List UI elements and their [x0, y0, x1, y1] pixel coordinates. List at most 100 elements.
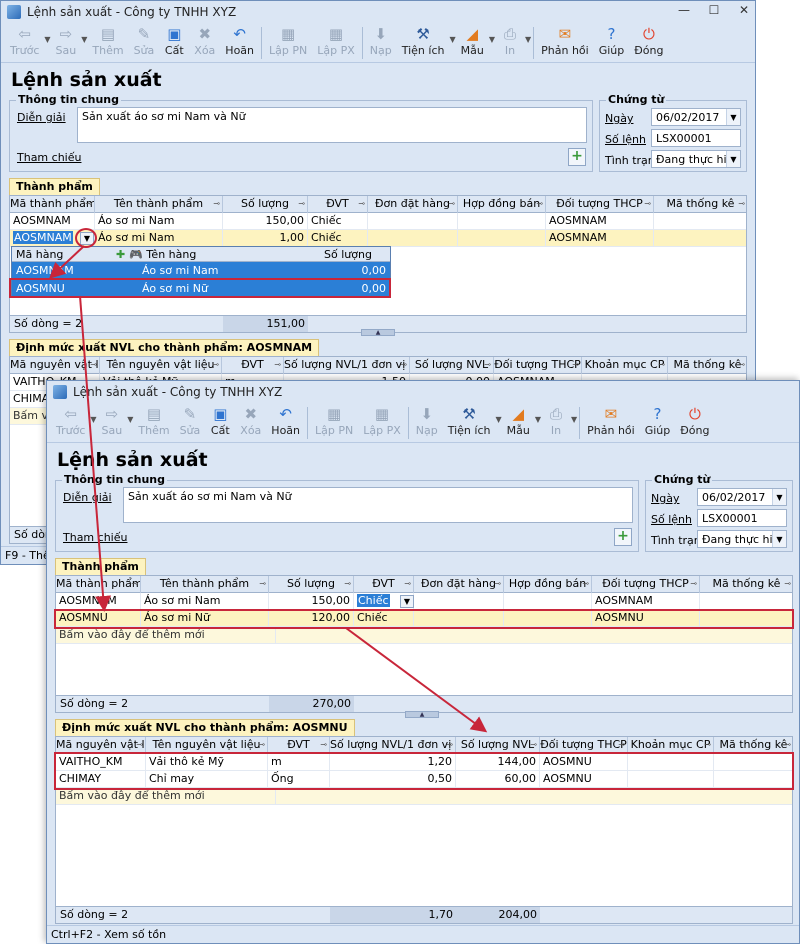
column-header[interactable]: Mã thành phẩm ⊸ — [56, 576, 141, 593]
table-cell[interactable]: Chiếc — [308, 213, 368, 230]
add-button[interactable]: ▤ Thêm — [87, 25, 128, 57]
status-select[interactable]: Đang thực hiện ▼ — [697, 530, 787, 548]
pin-icon[interactable]: ⊸ — [320, 737, 327, 753]
table-cell[interactable]: m — [268, 754, 330, 771]
table-cell[interactable]: AOSMNU — [540, 771, 628, 788]
table-cell[interactable]: Áo sơ mi Nam — [95, 213, 223, 230]
print-button[interactable]: ⎙ In — [495, 25, 525, 57]
description-input[interactable]: Sản xuất áo sơ mi Nam và Nữ — [77, 107, 587, 143]
column-header[interactable]: Tên nguyên vật liệu ⊸ — [146, 737, 268, 754]
table-cell[interactable]: 1,20 — [330, 754, 456, 771]
help-button[interactable]: ? Giúp — [594, 25, 630, 57]
column-header[interactable]: Số lượng NVL/1 đơn vị SP ⊸ — [330, 737, 456, 754]
table-cell[interactable]: AOSMNAM — [546, 213, 654, 230]
material-norm-tab[interactable]: Định mức xuất NVL cho thành phẩm: AOSMNA… — [9, 339, 320, 356]
add-button[interactable]: ▤ Thêm — [133, 405, 174, 437]
products-tab[interactable]: Thành phẩm — [55, 558, 146, 575]
utilities-button[interactable]: ⚒ Tiện ích — [397, 25, 450, 57]
table-cell[interactable]: Ống — [268, 771, 330, 788]
column-header[interactable]: Đối tượng THCP ⊸ — [592, 576, 700, 593]
add-reference-button[interactable]: + — [614, 528, 632, 546]
pin-icon[interactable]: ⊸ — [298, 196, 305, 212]
minimize-icon[interactable]: — — [677, 3, 691, 17]
table-cell[interactable]: 1,00 — [223, 230, 308, 247]
pin-icon[interactable]: ⊸ — [704, 737, 711, 753]
column-header[interactable]: Mã nguyên vật liệu⊸ — [56, 737, 146, 754]
maximize-icon[interactable]: ☐ — [707, 3, 721, 17]
pin-icon[interactable]: ⊸ — [784, 576, 791, 592]
pin-icon[interactable]: ⊸ — [690, 576, 697, 592]
pin-icon[interactable]: ⊸ — [446, 737, 453, 753]
lookup-row[interactable]: AOSMNAM Áo sơ mi Nam 0,00 — [12, 262, 390, 280]
lookup-row[interactable]: AOSMNU Áo sơ mi Nữ 0,00 — [12, 280, 390, 298]
pin-icon[interactable]: ⊸ — [536, 196, 543, 212]
pin-icon[interactable]: ⊸ — [494, 576, 501, 592]
pin-icon[interactable]: ⊸ — [582, 576, 589, 592]
chevron-down-icon[interactable]: ▼ — [571, 415, 577, 424]
delete-button[interactable]: ✖ Xóa — [235, 405, 266, 437]
column-header[interactable]: Số lượng NVL/1 đơn vị SP ⊸ — [284, 357, 410, 374]
column-header[interactable]: Mã nguyên vật liệu⊸ — [10, 357, 100, 374]
close-button[interactable]: ⏻ Đóng — [675, 405, 714, 437]
pin-icon[interactable]: ⊸ — [448, 196, 455, 212]
column-header[interactable]: Đơn đặt hàng ⊸ — [414, 576, 504, 593]
add-row-hint[interactable]: Bấm vào đây để thêm mới — [56, 788, 792, 805]
undo-button[interactable]: ↶ Hoãn — [220, 25, 259, 57]
table-cell[interactable] — [368, 230, 458, 247]
edit-button[interactable]: ✎ Sửa — [175, 405, 206, 437]
make-receipt-button[interactable]: ▦ Lập PN — [310, 405, 358, 437]
date-picker[interactable]: 06/02/2017 ▼ — [697, 488, 787, 506]
table-cell[interactable]: CHIMAY — [56, 771, 146, 788]
back-button[interactable]: ⇦ Trước — [51, 405, 90, 437]
column-header[interactable]: Tên nguyên vật liệu ⊸ — [100, 357, 222, 374]
column-header[interactable]: Mã thống kê ⊸ — [714, 737, 792, 754]
pin-icon[interactable]: ⊸ — [259, 576, 266, 592]
pin-icon[interactable]: ⊸ — [738, 196, 745, 212]
pin-icon[interactable]: ⊸ — [358, 196, 365, 212]
table-cell[interactable] — [628, 754, 714, 771]
products-tab[interactable]: Thành phẩm — [9, 178, 100, 195]
table-row[interactable]: AOSMNAM Áo sơ mi Nam 1,00 Chiếc AOSMNAM ▼ — [10, 230, 746, 247]
chevron-down-icon[interactable]: ▼ — [726, 109, 740, 125]
pin-icon[interactable]: ⊸ — [784, 737, 791, 753]
chevron-down-icon[interactable]: ▼ — [80, 232, 94, 245]
template-button[interactable]: ◢ Mẫu — [456, 25, 489, 57]
pin-icon[interactable]: ⊸ — [90, 357, 97, 373]
chevron-down-icon[interactable]: ▼ — [772, 489, 786, 505]
table-cell[interactable]: Chiếc — [354, 610, 414, 627]
help-button[interactable]: ? Giúp — [640, 405, 676, 437]
column-header[interactable]: Đối tượng THCP ⊸ — [494, 357, 582, 374]
table-cell[interactable]: AOSMNAM — [592, 593, 700, 610]
table-cell[interactable]: 150,00 — [223, 213, 308, 230]
product-lookup-dropdown[interactable]: Mã hàng ✚ 🎮 Tên hàng Số lượng tồn AOSMNA… — [11, 246, 391, 298]
back-button[interactable]: ⇦ Trước — [5, 25, 44, 57]
edit-button[interactable]: ✎ Sửa — [129, 25, 160, 57]
table-row[interactable]: AOSMNU Áo sơ mi Nữ 120,00 Chiếc AOSMNU — [56, 610, 792, 627]
chevron-down-icon[interactable]: ▼ — [772, 531, 786, 547]
feedback-button[interactable]: ✉ Phản hồi — [536, 25, 594, 57]
chevron-down-icon[interactable]: ▼ — [726, 151, 740, 167]
column-header[interactable]: ĐVT ⊸ — [268, 737, 330, 754]
column-header[interactable]: Tên thành phẩm ⊸ — [95, 196, 223, 213]
table-cell[interactable]: 144,00 — [456, 754, 540, 771]
table-cell[interactable]: Chiếc — [308, 230, 368, 247]
column-header[interactable]: ĐVT ⊸ — [222, 357, 284, 374]
splitter-handle[interactable]: ▲ — [405, 711, 439, 718]
product-code-editor[interactable]: AOSMNAM — [13, 231, 73, 244]
save-button[interactable]: ▣ Cất — [205, 405, 235, 437]
template-button[interactable]: ◢ Mẫu — [502, 405, 535, 437]
table-cell[interactable] — [504, 593, 592, 610]
column-header[interactable]: Số lượng ⊸ — [223, 196, 308, 213]
order-number-input[interactable]: LSX00001 — [697, 509, 787, 527]
pin-icon[interactable]: ⊸ — [484, 357, 491, 373]
column-header[interactable]: Đối tượng THCP ⊸ — [546, 196, 654, 213]
column-header[interactable]: Hợp đồng bán ⊸ — [458, 196, 546, 213]
pin-icon[interactable]: ⊸ — [658, 357, 665, 373]
column-header[interactable]: Hợp đồng bán ⊸ — [504, 576, 592, 593]
feedback-button[interactable]: ✉ Phản hồi — [582, 405, 640, 437]
column-header[interactable]: Mã thành phẩm ⊸ — [10, 196, 95, 213]
column-header[interactable]: Khoản mục CP ⊸ — [582, 357, 668, 374]
delete-button[interactable]: ✖ Xóa — [189, 25, 220, 57]
column-header[interactable]: ĐVT ⊸ — [308, 196, 368, 213]
pin-icon[interactable]: ⊸ — [274, 357, 281, 373]
